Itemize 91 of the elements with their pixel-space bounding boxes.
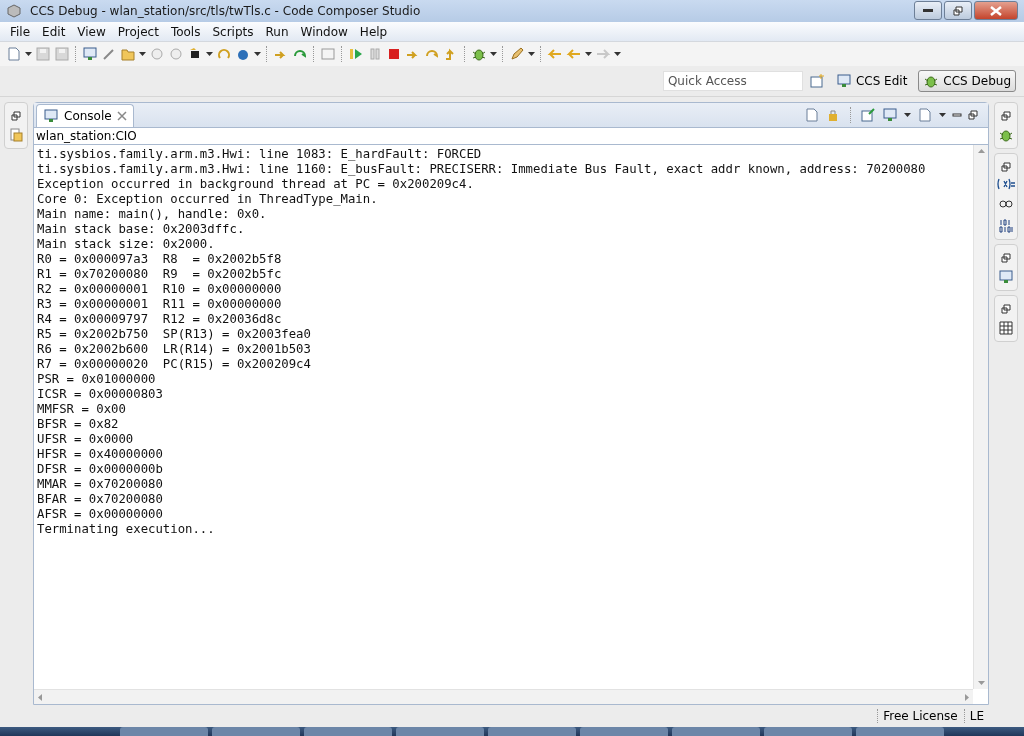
scroll-up-icon [977,149,985,153]
close-button[interactable] [974,1,1018,20]
minimize-button[interactable] [914,1,942,20]
console-line: Core 0: Exception occurred in ThreadType_Main. [37,192,379,207]
restore-icon[interactable] [1001,162,1011,172]
caret-icon[interactable] [490,52,497,56]
console-line: MMAR = 0x70200080 [37,477,164,492]
caret-icon[interactable] [904,113,911,117]
console-line: AFSR = 0x00000000 [37,507,164,522]
console-line: Terminating execution... [37,522,216,537]
console-line: R7 = 0x00000020 PC(R15) = 0x200209c4 [37,357,312,372]
console-line: R5 = 0x2002b750 SP(R13) = 0x2003fea0 [37,327,312,342]
monitor-icon[interactable] [82,46,98,62]
horizontal-scrollbar[interactable] [34,689,973,704]
console-line: BFSR = 0x82 [37,417,120,432]
open-perspective-icon[interactable] [808,73,825,89]
caret-icon[interactable] [939,113,946,117]
console-line: MMFSR = 0x00 [37,402,127,417]
console-line: R4 = 0x00009797 R12 = 0x20036d8c [37,312,283,327]
console-line: ICSR = 0x00000803 [37,387,164,402]
monitor-icon[interactable] [43,108,59,124]
menu-item[interactable]: Run [259,24,295,39]
console-line: HFSR = 0x40000000 [37,447,164,462]
close-icon [990,5,1002,16]
menu-item[interactable]: View [71,24,112,39]
console-line: UFSR = 0x0000 [37,432,135,447]
display-icon[interactable] [882,107,898,123]
restore-icon[interactable] [1001,304,1011,314]
console-line: Main stack base: 0x2003dffc. [37,222,246,237]
restore-button[interactable] [944,1,972,20]
menu-item[interactable]: Project [111,24,165,39]
vertical-scrollbar[interactable] [973,145,988,689]
menu-item[interactable]: Window [294,24,354,39]
perspective-button[interactable]: CCS Edit [830,70,913,92]
console-line: ti.sysbios.family.arm.m3.Hwi: line 1160: E_busFault: PRECISERR: Immediate Bus Fault, exact addr known, address: 70200080 [37,162,927,177]
variables-icon[interactable] [997,178,1015,190]
scroll-down-icon [977,681,985,685]
tab-label: Console [64,109,112,123]
console-line: DFSR = 0x0000000b [37,462,164,477]
menu-item[interactable]: File [4,24,37,39]
status-text: LE [963,709,984,723]
resume-icon[interactable] [348,46,364,62]
window-title: CCS Debug - wlan_station/src/tls/twTls.c - Code Composer Studio [30,4,422,18]
new-console-icon[interactable] [917,107,933,123]
restore-icon[interactable] [968,110,978,120]
grid-icon[interactable] [998,320,1014,336]
caret-icon[interactable] [614,52,621,56]
console-line: Exception occurred in background thread at PC = 0x200209c4. [37,177,475,192]
pen-icon[interactable] [509,46,525,62]
console-line: Main stack size: 0x2000. [37,237,216,252]
restore-icon[interactable] [1001,111,1011,121]
status-text: Free License [877,709,958,723]
console-line: R2 = 0x00000001 R10 = 0x00000000 [37,282,283,297]
window-icon[interactable] [998,269,1014,285]
caret-icon[interactable] [25,52,32,56]
stop-icon[interactable] [386,46,402,62]
caret-icon[interactable] [528,52,535,56]
console-line: Main name: main(), handle: 0x0. [37,207,268,222]
perspective-button[interactable]: CCS Debug [918,70,1016,92]
restore-icon[interactable] [11,111,21,121]
menu-item[interactable]: Help [353,24,394,39]
console-line: R0 = 0x000097a3 R8 = 0x2002b5f8 [37,252,283,267]
caret-icon[interactable] [206,52,213,56]
console-name: wlan_station:CIO [34,128,988,145]
bug-icon[interactable] [998,127,1014,143]
menu-item[interactable]: Scripts [206,24,260,39]
console-line: BFAR = 0x70200080 [37,492,164,507]
bug-icon[interactable] [471,46,487,62]
scroll-left-icon [38,693,42,701]
caret-icon[interactable] [139,52,146,56]
menu-item[interactable]: Edit [36,24,72,39]
console-tab[interactable]: Console [36,104,134,127]
caret-icon[interactable] [254,52,261,56]
console-line: PSR = 0x01000000 [37,372,157,387]
caret-icon[interactable] [585,52,592,56]
close-icon[interactable] [116,111,127,121]
restore-icon[interactable] [1001,253,1011,263]
console-line: R3 = 0x00000001 R11 = 0x00000000 [37,297,283,312]
quick-access-field[interactable]: Quick Access [662,71,803,91]
clear-console-icon[interactable] [804,107,820,123]
cube-icon[interactable] [6,3,22,19]
menu-item[interactable]: Tools [164,24,207,39]
window-icon[interactable] [835,73,852,89]
clipboard-icon[interactable] [8,127,24,143]
console-line: ti.sysbios.family.arm.m3.Hwi: line 1083: E_hardFault: FORCED [37,147,483,162]
console-line: R6 = 0x2002b600 LR(R14) = 0x2001b503 [37,342,312,357]
minimize-icon [923,8,933,13]
scroll-right-icon [965,693,969,701]
console-line: R1 = 0x70200080 R9 = 0x2002b5fc [37,267,283,282]
bug-icon[interactable] [923,73,940,89]
restore-icon[interactable] [953,5,963,16]
